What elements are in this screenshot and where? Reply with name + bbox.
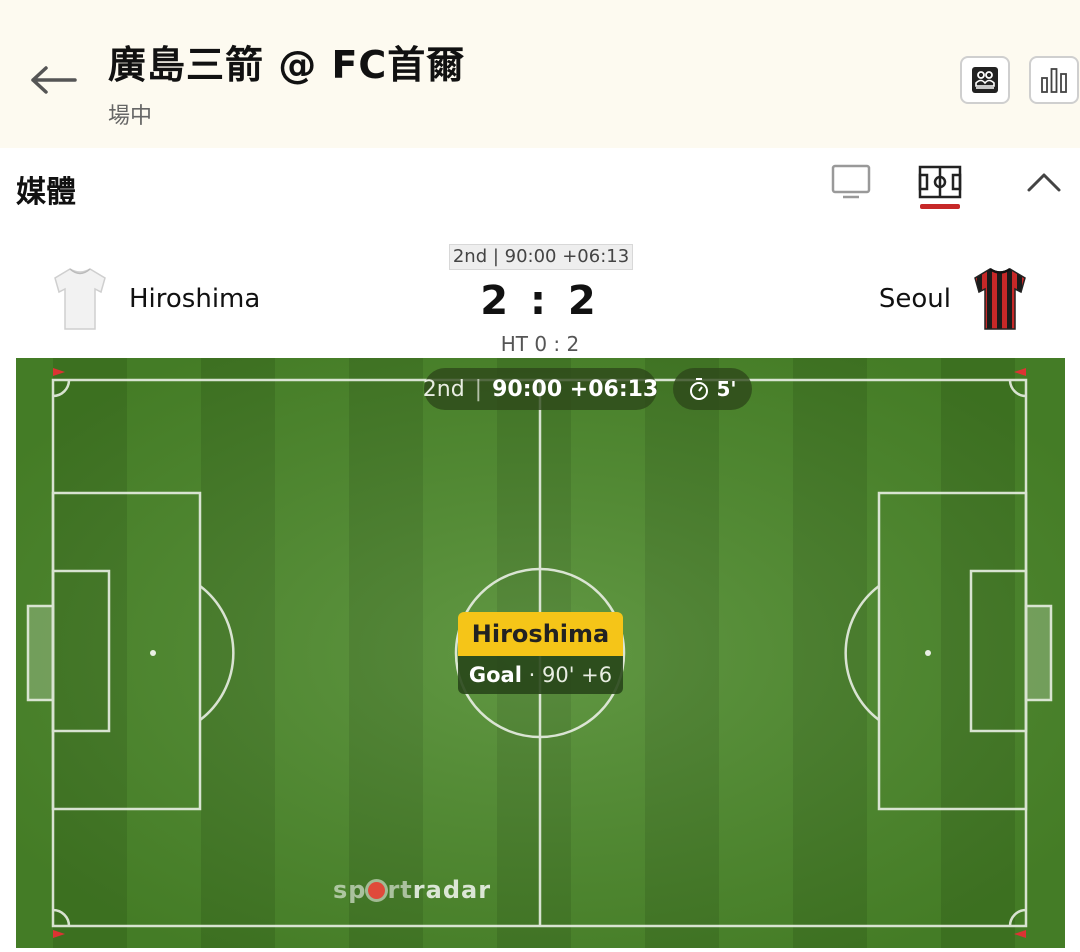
home-shirt-icon bbox=[52, 266, 108, 336]
active-tab-indicator bbox=[920, 204, 960, 209]
tv-icon[interactable] bbox=[830, 162, 872, 202]
score: 2 : 2 bbox=[480, 278, 600, 324]
pitch-period: 2nd bbox=[422, 376, 465, 402]
away-shirt-icon bbox=[972, 266, 1028, 336]
bar-chart-icon bbox=[1041, 68, 1067, 93]
media-bar: 媒體 bbox=[0, 148, 1080, 229]
match-title: 廣島三箭 @ FC首爾 bbox=[108, 43, 466, 87]
stopwatch-icon bbox=[690, 378, 709, 400]
event-type: Goal bbox=[468, 663, 522, 687]
event-team: Hiroshima bbox=[458, 612, 623, 656]
back-arrow-icon[interactable] bbox=[30, 58, 78, 102]
lineup-icon bbox=[972, 67, 998, 93]
scoreboard: 2nd | 90:00 +06:13 Hiroshima 2 : 2 HT 0 … bbox=[0, 228, 1080, 358]
event-detail: Goal · 90' +6 bbox=[458, 656, 623, 694]
pitch-clock-chip: 2nd | 90:00 +06:13 bbox=[422, 368, 659, 410]
pitch-view-icon[interactable] bbox=[918, 164, 962, 200]
match-status: 場中 bbox=[108, 104, 153, 129]
stats-button[interactable] bbox=[1029, 56, 1079, 104]
brand-part-3: radar bbox=[412, 876, 492, 904]
brand-o-icon bbox=[368, 882, 386, 899]
timer-label: 5' bbox=[716, 377, 737, 401]
brand-part-1: sp bbox=[333, 876, 367, 904]
brand-part-2: rt bbox=[387, 876, 413, 904]
match-clock-badge: 2nd | 90:00 +06:13 bbox=[449, 244, 633, 270]
chevron-up-icon[interactable] bbox=[1024, 166, 1064, 198]
home-team-name: Hiroshima bbox=[129, 284, 261, 314]
timer-chip[interactable]: 5' bbox=[673, 368, 752, 410]
pitch-time: 90:00 +06:13 bbox=[492, 376, 659, 402]
event-minute: · 90' +6 bbox=[528, 663, 613, 687]
halftime-score: HT 0 : 2 bbox=[500, 332, 580, 356]
away-team-name: Seoul bbox=[878, 284, 951, 314]
sportradar-logo: sp rtradar bbox=[333, 876, 491, 904]
media-label: 媒體 bbox=[16, 175, 76, 210]
separator: | bbox=[474, 376, 483, 402]
lineup-button[interactable] bbox=[960, 56, 1010, 104]
app-header: 廣島三箭 @ FC首爾 場中 bbox=[0, 0, 1080, 148]
